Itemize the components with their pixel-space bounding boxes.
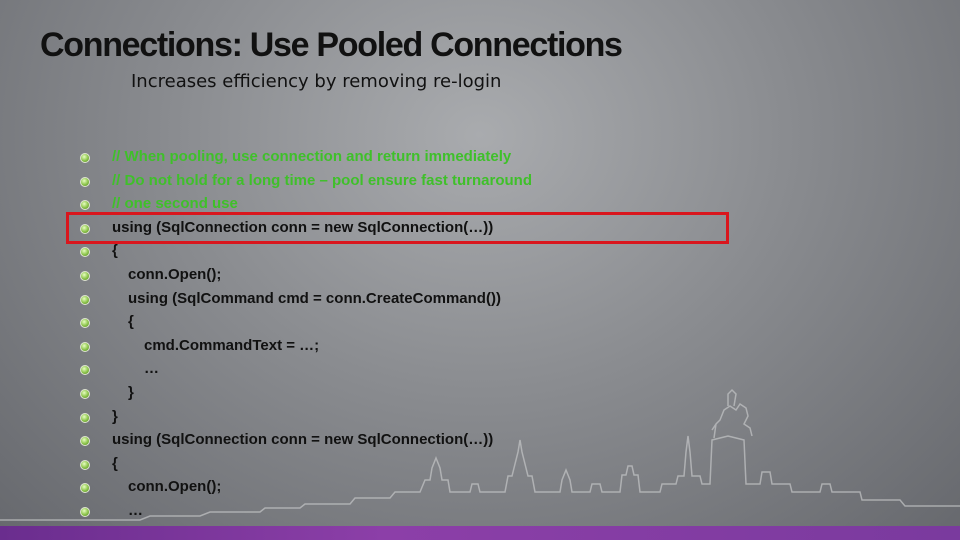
code-line: { [0, 312, 960, 336]
code-text: { [112, 242, 118, 260]
horseman-statue [711, 388, 753, 439]
city-skyline-decoration [0, 388, 960, 521]
code-text: { [128, 313, 134, 331]
bullet-icon [80, 270, 90, 281]
code-comment: // Do not hold for a long time – pool en… [112, 171, 532, 189]
highlight-box [66, 212, 729, 244]
bullet-icon [80, 294, 90, 305]
bullet-icon [80, 247, 90, 258]
code-text: conn.Open(); [128, 265, 222, 283]
code-line: conn.Open(); [0, 265, 960, 289]
bullet-icon [80, 341, 90, 352]
code-text: cmd.CommandText = …; [144, 336, 320, 354]
bullet-icon [80, 318, 90, 329]
code-text: using (SqlCommand cmd = conn.CreateComma… [128, 289, 501, 307]
code-line: cmd.CommandText = …; [0, 336, 960, 360]
code-line: // When pooling, use connection and retu… [0, 147, 960, 171]
bullet-icon [80, 365, 90, 376]
bullet-icon [80, 200, 90, 211]
code-line: using (SqlCommand cmd = conn.CreateComma… [0, 289, 960, 313]
code-comment: // one second use [112, 195, 238, 213]
skyline-outline [0, 435, 960, 521]
bullet-icon [80, 176, 90, 187]
code-comment: // When pooling, use connection and retu… [112, 148, 512, 165]
slide-subtitle: Increases efficiency by removing re-logi… [131, 71, 502, 92]
code-text: … [144, 360, 159, 378]
code-line: // Do not hold for a long time – pool en… [0, 171, 960, 195]
slide-title: Connections: Use Pooled Connections [40, 26, 623, 64]
accent-bar [0, 526, 960, 540]
code-line: { [0, 241, 960, 265]
slide: Connections: Use Pooled Connections Incr… [0, 0, 960, 540]
bullet-icon [80, 153, 90, 163]
